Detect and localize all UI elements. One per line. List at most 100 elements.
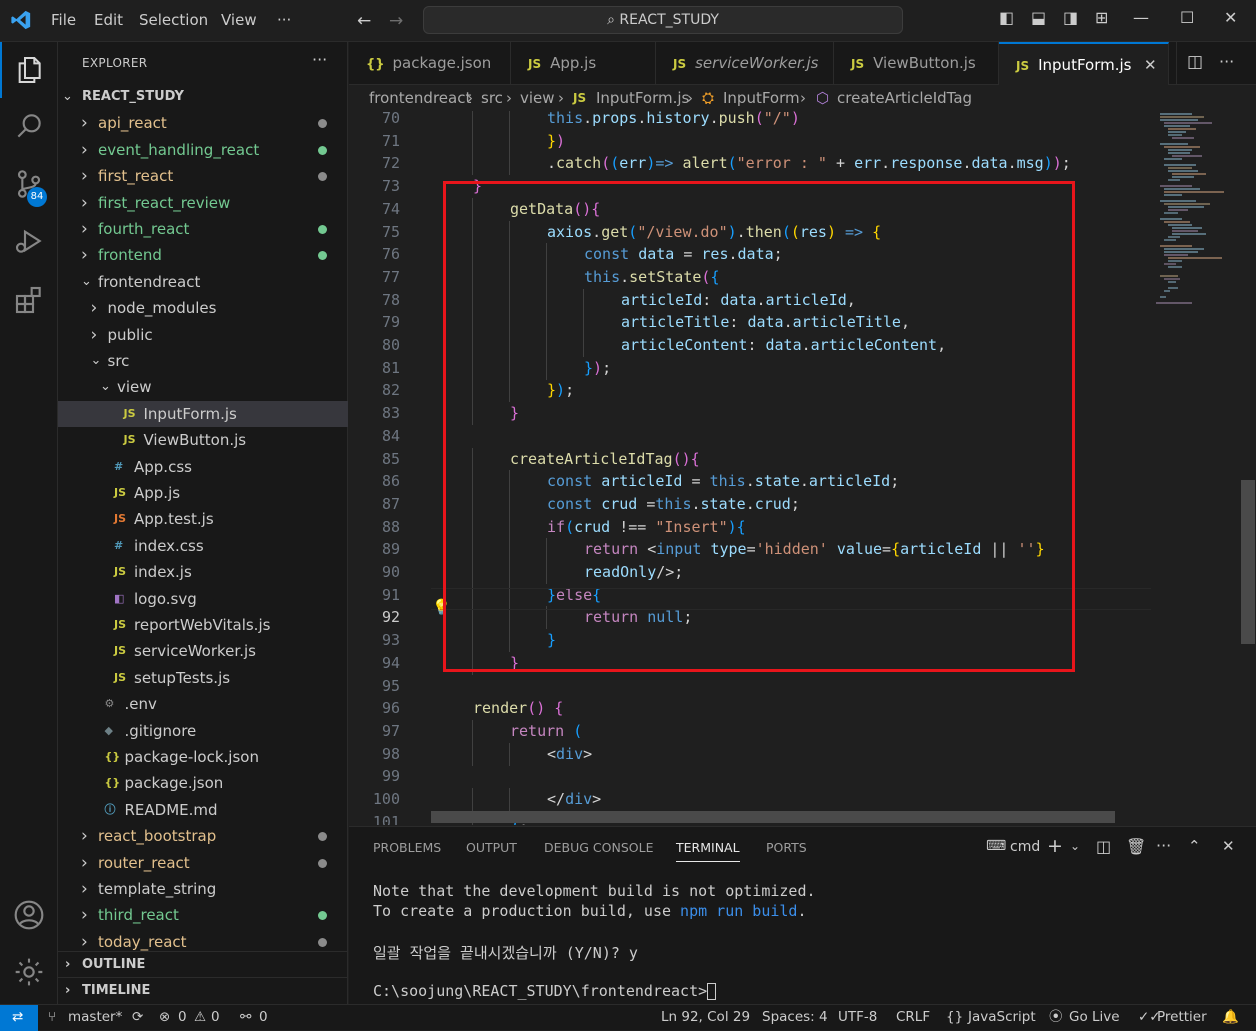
- tree-item[interactable]: ⌄ src: [58, 348, 348, 374]
- tab-viewbutton-js[interactable]: JS ViewButton.js: [834, 42, 999, 85]
- close-panel-icon[interactable]: ✕: [1222, 837, 1235, 855]
- ports-count[interactable]: 0: [259, 1005, 268, 1030]
- settings-gear-icon[interactable]: [13, 956, 45, 988]
- tree-item[interactable]: › event_handling_react: [58, 137, 348, 163]
- panel-tab-problems[interactable]: PROBLEMS: [373, 840, 441, 855]
- tree-item[interactable]: › template_string: [58, 876, 348, 902]
- breadcrumb-item[interactable]: src: [481, 85, 503, 111]
- customize-layout-icon[interactable]: ⊞: [1095, 8, 1108, 27]
- outline-section[interactable]: › OUTLINE: [58, 951, 348, 977]
- tree-item[interactable]: › router_react: [58, 850, 348, 876]
- panel-tab-terminal[interactable]: TERMINAL: [676, 840, 740, 862]
- tree-item[interactable]: JS App.test.js: [58, 506, 348, 532]
- command-center-search[interactable]: ⌕ REACT_STUDY: [423, 6, 903, 34]
- tree-item[interactable]: # index.css: [58, 533, 348, 559]
- toggle-secondary-sidebar-icon[interactable]: ◨: [1063, 8, 1078, 27]
- panel-tab-ports[interactable]: PORTS: [766, 840, 807, 855]
- run-debug-icon[interactable]: [13, 225, 45, 257]
- split-editor-icon[interactable]: ◫: [1187, 52, 1203, 72]
- menu-more[interactable]: ···: [277, 11, 291, 29]
- tree-item[interactable]: # App.css: [58, 454, 348, 480]
- editor-horizontal-scrollbar[interactable]: [431, 811, 1115, 823]
- account-icon[interactable]: [13, 899, 45, 931]
- tree-item[interactable]: › first_react: [58, 163, 348, 189]
- tab-app-js[interactable]: JS App.js: [511, 42, 656, 85]
- tree-item[interactable]: ⌄ REACT_STUDY: [58, 84, 348, 110]
- git-branch[interactable]: master*: [68, 1005, 122, 1030]
- tree-item[interactable]: › first_react_review: [58, 190, 348, 216]
- editor-more-actions[interactable]: ···: [1219, 52, 1234, 71]
- tree-item[interactable]: JS index.js: [58, 559, 348, 585]
- terminal-shell-icon[interactable]: ⌨: [986, 838, 1006, 854]
- toggle-panel-icon[interactable]: ⬓: [1031, 8, 1046, 27]
- tree-item[interactable]: JS InputForm.js: [58, 400, 348, 427]
- search-icon[interactable]: [13, 110, 45, 142]
- close-tab-icon[interactable]: ✕: [1144, 44, 1157, 85]
- sync-icon[interactable]: ⟳: [132, 1005, 143, 1030]
- encoding[interactable]: UTF-8: [838, 1005, 877, 1030]
- trash-icon[interactable]: 🗑: [1126, 837, 1146, 856]
- tree-item[interactable]: › fourth_react: [58, 216, 348, 242]
- minimize-icon[interactable]: —: [1133, 8, 1149, 27]
- tree-item[interactable]: › public: [58, 322, 348, 348]
- panel-more-icon[interactable]: ···: [1156, 836, 1171, 855]
- prettier-status[interactable]: Prettier: [1157, 1005, 1207, 1030]
- tree-item[interactable]: JS ViewButton.js: [58, 427, 348, 453]
- tree-item[interactable]: JS App.js: [58, 480, 348, 506]
- editor-vertical-scrollbar[interactable]: [1241, 480, 1255, 644]
- menu-selection[interactable]: Selection: [139, 11, 208, 29]
- maximize-panel-icon[interactable]: ⌃: [1188, 837, 1201, 855]
- tab-serviceworker-js[interactable]: JS serviceWorker.js: [656, 42, 834, 85]
- tree-item[interactable]: {} package.json: [58, 770, 348, 796]
- tree-item[interactable]: ⌄ frontendreact: [58, 269, 348, 295]
- minimap[interactable]: [1152, 111, 1244, 825]
- menu-file[interactable]: File: [51, 11, 76, 29]
- tree-item[interactable]: {} package-lock.json: [58, 744, 348, 770]
- breadcrumb-item[interactable]: createArticleIdTag: [837, 85, 972, 111]
- toggle-sidebar-icon[interactable]: ◧: [999, 8, 1014, 27]
- tree-item[interactable]: › third_react: [58, 902, 348, 928]
- warning-count[interactable]: 0: [211, 1005, 220, 1030]
- tree-item[interactable]: › node_modules: [58, 295, 348, 321]
- go-live-button[interactable]: Go Live: [1069, 1005, 1120, 1030]
- tree-item[interactable]: ◆ .gitignore: [58, 718, 348, 744]
- breadcrumb-item[interactable]: InputForm: [723, 85, 800, 111]
- tree-item[interactable]: ◧ logo.svg: [58, 586, 348, 612]
- split-terminal-icon[interactable]: ◫: [1096, 837, 1111, 856]
- explorer-more-button[interactable]: ···: [312, 50, 327, 69]
- line-ending[interactable]: CRLF: [896, 1005, 930, 1030]
- panel-tab-output[interactable]: OUTPUT: [466, 840, 517, 855]
- breadcrumb-item[interactable]: frontendreact: [369, 85, 471, 111]
- chevron-down-icon[interactable]: ⌄: [1070, 839, 1080, 853]
- tree-item[interactable]: › react_bootstrap: [58, 823, 348, 849]
- menu-view[interactable]: View: [221, 11, 257, 29]
- tree-item[interactable]: JS setupTests.js: [58, 665, 348, 691]
- terminal-shell-label[interactable]: cmd: [1010, 839, 1040, 855]
- maximize-icon[interactable]: ☐: [1180, 8, 1194, 27]
- tree-item[interactable]: › frontend: [58, 242, 348, 268]
- menu-edit[interactable]: Edit: [94, 11, 123, 29]
- tree-item[interactable]: JS reportWebVitals.js: [58, 612, 348, 638]
- remote-indicator[interactable]: ⇄: [0, 1005, 38, 1031]
- new-terminal-icon[interactable]: +: [1047, 835, 1063, 857]
- tree-item[interactable]: ⌄ view: [58, 374, 348, 400]
- tab-inputform-js[interactable]: JS InputForm.js ✕: [999, 42, 1169, 85]
- panel-tab-debug-console[interactable]: DEBUG CONSOLE: [544, 840, 653, 855]
- tree-item[interactable]: ⚙ .env: [58, 691, 348, 717]
- back-arrow-icon[interactable]: ←: [357, 11, 371, 31]
- bell-icon[interactable]: 🔔: [1222, 1005, 1239, 1030]
- extensions-icon[interactable]: [13, 284, 45, 316]
- close-window-icon[interactable]: ✕: [1224, 8, 1237, 27]
- explorer-icon[interactable]: [13, 54, 45, 86]
- forward-arrow-icon[interactable]: →: [389, 11, 403, 31]
- language-mode[interactable]: JavaScript: [968, 1005, 1036, 1030]
- cursor-position[interactable]: Ln 92, Col 29: [661, 1005, 750, 1030]
- breadcrumb-item[interactable]: view: [520, 85, 555, 111]
- error-count[interactable]: 0: [178, 1005, 187, 1030]
- terminal-prompt[interactable]: C:\soojung\REACT_STUDY\frontendreact>: [373, 982, 717, 1000]
- indentation[interactable]: Spaces: 4: [762, 1005, 828, 1030]
- timeline-section[interactable]: › TIMELINE: [58, 977, 348, 1003]
- tree-item[interactable]: JS serviceWorker.js: [58, 638, 348, 664]
- tab-package-json[interactable]: {} package.json: [349, 42, 511, 85]
- tree-item[interactable]: › api_react: [58, 110, 348, 136]
